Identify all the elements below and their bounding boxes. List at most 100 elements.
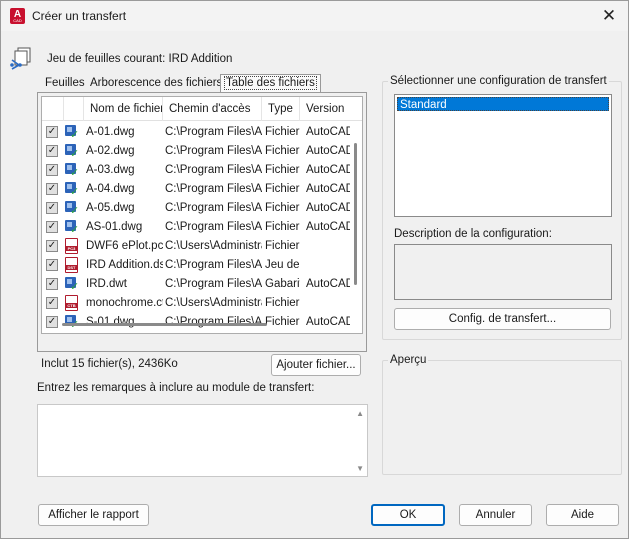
file-path-cell: C:\Program Files\Au [165,278,262,290]
file-version-cell: AutoCAD [306,202,350,214]
file-icon-badge: CTB [66,303,77,308]
autocad-app-icon: A CAD [10,8,25,24]
transmittal-dialog: A CAD Créer un transfert ✕ Jeu de feuille… [0,0,629,539]
dst-file-icon: DST [65,257,78,273]
file-type-cell: Jeu de f [265,259,300,271]
file-type-cell: Gabarit [265,278,300,290]
file-version-cell [306,256,350,275]
vertical-scrollbar[interactable] [350,123,362,313]
file-path-cell: C:\Program Files\Au [165,221,262,233]
include-checkbox[interactable]: ✓ [46,221,58,233]
row-checkbox-cell: ✓ [46,180,60,199]
tab-label: Arborescence des fichiers [90,77,223,89]
included-files-status: Inclut 15 fichier(s), 2436Ko [41,358,178,370]
tab-arborescence[interactable]: Arborescence des fichiers [87,76,225,93]
file-name-cell: monochrome.ctb [86,297,163,309]
file-version-cell: AutoCAD [306,126,350,138]
dwg-file-icon: ✓ [64,125,80,141]
file-type-cell: Fichier [265,202,300,214]
file-version-cell [306,294,350,313]
row-checkbox-cell: ✓ [46,218,60,237]
transmittal-config-button[interactable]: Config. de transfert... [394,308,611,330]
column-header-icon[interactable] [64,97,84,121]
cancel-button[interactable]: Annuler [459,504,532,526]
file-type-icon-cell: PC3 [63,237,81,256]
table-row[interactable]: ✓ ✓ A-02.dwg C:\Program Files\Au Fichier Auto… [42,142,350,161]
row-checkbox-cell: ✓ [46,237,60,256]
file-name-cell: IRD.dwt [86,278,127,290]
file-icon-badge: DST [66,265,77,270]
table-row[interactable]: ✓ DST IRD Addition.dst C:\Program Files\Au J… [42,256,350,275]
scrollbar-thumb[interactable] [62,323,267,326]
file-type-icon-cell: ✓ [63,142,81,161]
table-row[interactable]: ✓ PC3 DWF6 ePlot.pc3 C:\Users\Administra Fic… [42,237,350,256]
file-path-cell: C:\Users\Administra [165,297,262,309]
column-header-check[interactable] [42,97,64,121]
column-header-version[interactable]: Version [300,97,362,121]
table-row[interactable]: ✓ ✓ A-04.dwg C:\Program Files\Au Fichier Auto… [42,180,350,199]
remarks-textarea[interactable]: ▲ ▼ [37,404,368,477]
file-type-cell: Fichier d [265,240,300,252]
config-listbox[interactable]: Standard [394,94,612,217]
column-header-path[interactable]: Chemin d'accès [163,97,262,121]
title-bar: A CAD Créer un transfert ✕ [1,1,628,31]
file-version-cell: AutoCAD [306,145,350,157]
file-path-cell: C:\Program Files\Au [165,259,262,271]
include-checkbox[interactable]: ✓ [46,183,58,195]
file-type-icon-cell: ✓ [63,199,81,218]
file-table[interactable]: Nom de fichier Chemin d'accès Type Versi… [41,96,363,334]
include-checkbox[interactable]: ✓ [46,164,58,176]
preview-group-legend: Aperçu [388,354,429,366]
file-type-cell: Fichier [265,221,300,233]
file-version-cell: AutoCAD [306,183,350,195]
file-type-cell: Fichier [265,126,300,138]
file-name-cell: A-04.dwg [86,183,135,195]
file-path-cell: C:\Program Files\Au [165,145,262,157]
table-row[interactable]: ✓ ✓ AS-01.dwg C:\Program Files\Au Fichier Aut… [42,218,350,237]
table-row[interactable]: ✓ ✓ A-03.dwg C:\Program Files\Au Fichier Auto… [42,161,350,180]
file-type-icon-cell: ✓ [63,161,81,180]
table-row[interactable]: ✓ CTB monochrome.ctbC:\Users\AdministraFic… [42,294,350,313]
include-checkbox[interactable]: ✓ [46,145,58,157]
view-report-button[interactable]: Afficher le rapport [38,504,149,526]
scroll-down-icon[interactable]: ▼ [356,464,364,473]
include-checkbox[interactable]: ✓ [46,126,58,138]
include-checkbox[interactable]: ✓ [46,202,58,214]
config-item-standard[interactable]: Standard [397,97,609,111]
file-type-icon-cell: ✓ [63,180,81,199]
file-type-cell: Fichier [265,164,300,176]
close-icon[interactable]: ✕ [598,5,620,27]
sheet-set-transmittal-icon [10,47,31,70]
include-checkbox[interactable]: ✓ [46,297,58,309]
column-header-name[interactable]: Nom de fichier [84,97,163,121]
file-type-cell: Fichier d [265,297,300,309]
add-file-button[interactable]: Ajouter fichier... [271,354,361,376]
scrollbar-thumb[interactable] [354,143,357,285]
table-row[interactable]: ✓ ✓ IRD.dwt C:\Program Files\Au Gabarit AutoC… [42,275,350,294]
horizontal-scrollbar[interactable] [42,315,350,333]
file-path-cell: C:\Program Files\Au [165,202,262,214]
file-type-icon-cell: DST [63,256,81,275]
table-row[interactable]: ✓ ✓ A-01.dwg C:\Program Files\Au Fichier Auto… [42,123,350,142]
tab-table-des-fichiers[interactable]: Table des fichiers [220,74,321,93]
column-header-type[interactable]: Type [262,97,300,121]
file-type-cell: Fichier [265,183,300,195]
row-checkbox-cell: ✓ [46,199,60,218]
scroll-up-icon[interactable]: ▲ [356,409,364,418]
ok-button[interactable]: OK [371,504,445,526]
tab-feuilles[interactable]: Feuilles [42,76,88,93]
table-row[interactable]: ✓ ✓ A-05.dwg C:\Program Files\Au Fichier Auto… [42,199,350,218]
file-version-cell: AutoCAD [306,221,350,233]
include-checkbox[interactable]: ✓ [46,259,58,271]
include-checkbox[interactable]: ✓ [46,278,58,290]
row-checkbox-cell: ✓ [46,275,60,294]
help-button[interactable]: Aide [546,504,619,526]
preview-groupbox: Aperçu [382,354,622,475]
file-type-icon-cell: ✓ [63,218,81,237]
window-title: Créer un transfert [32,9,127,23]
include-checkbox[interactable]: ✓ [46,240,58,252]
file-path-cell: C:\Program Files\Au [165,126,262,138]
file-version-cell: AutoCAD [306,164,350,176]
row-checkbox-cell: ✓ [46,256,60,275]
ctb-file-icon: CTB [65,295,78,311]
